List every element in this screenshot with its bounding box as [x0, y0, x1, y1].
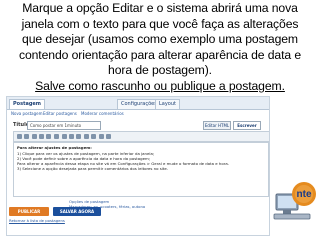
tab-posting[interactable]: Postagem [9, 99, 46, 109]
tab-bar: Postagem Configurações Layout [7, 97, 269, 110]
image-icon[interactable] [99, 134, 104, 139]
tab-layout[interactable]: Layout [155, 99, 180, 109]
align-center-icon[interactable] [69, 134, 74, 139]
logo-text: nte [297, 189, 312, 200]
tab-compose[interactable]: Escrever [233, 121, 261, 130]
font-icon[interactable] [17, 134, 22, 139]
instruction-caption: Marque a opção Editar e o sistema abrirá… [2, 1, 318, 95]
blogger-editor-screenshot: Postagem Configurações Layout Nova posta… [6, 96, 270, 236]
subnav-edit-posts[interactable]: Editar postagens [43, 110, 77, 118]
subnav-new-post[interactable]: Nova postagem [11, 110, 43, 118]
align-left-icon[interactable] [62, 134, 67, 139]
italic-icon[interactable] [39, 134, 44, 139]
body-line: 3) Selecione a opção desejada para permi… [17, 166, 168, 171]
bullet-list-icon[interactable] [91, 134, 96, 139]
numbered-list-icon[interactable] [84, 134, 89, 139]
align-right-icon[interactable] [76, 134, 81, 139]
title-input[interactable]: Como postar em 1minuto [27, 121, 101, 130]
posting-subnav: Nova postagem Editar postagens Moderar c… [7, 110, 269, 118]
nte-logo: nte [270, 164, 318, 224]
bold-icon[interactable] [32, 134, 37, 139]
save-draft-button[interactable]: SALVAR AGORA [53, 207, 101, 216]
link-icon[interactable] [54, 134, 59, 139]
publish-button[interactable]: PUBLICAR POSTAGEM [9, 207, 49, 223]
video-icon[interactable] [106, 134, 111, 139]
formatting-toolbar [13, 131, 269, 142]
caption-line: janela com o texto para que você faça as… [21, 16, 299, 31]
tab-edit-html[interactable]: Editar HTML [203, 121, 231, 130]
caption-line: Marque a opção Editar e o sistema abrirá… [22, 1, 298, 15]
caption-line: Salve como rascunho ou publique a postag… [35, 78, 285, 93]
font-size-icon[interactable] [24, 134, 29, 139]
return-to-posts-link[interactable]: Retornar à lista de postagens [9, 218, 65, 223]
text-color-icon[interactable] [46, 134, 51, 139]
caption-line: contendo orientação para alterar aparênc… [18, 47, 302, 62]
subnav-moderate[interactable]: Moderar comentários [81, 110, 124, 118]
caption-line: hora de postagem). [108, 63, 212, 78]
post-body-editor[interactable]: Para alterar ajustes de postagem: 1) Cli… [13, 142, 269, 197]
body-line: Para alterar ajustes de postagem: [17, 145, 92, 150]
caption-line: que desejar (usamos como exemplo uma pos… [22, 32, 298, 47]
